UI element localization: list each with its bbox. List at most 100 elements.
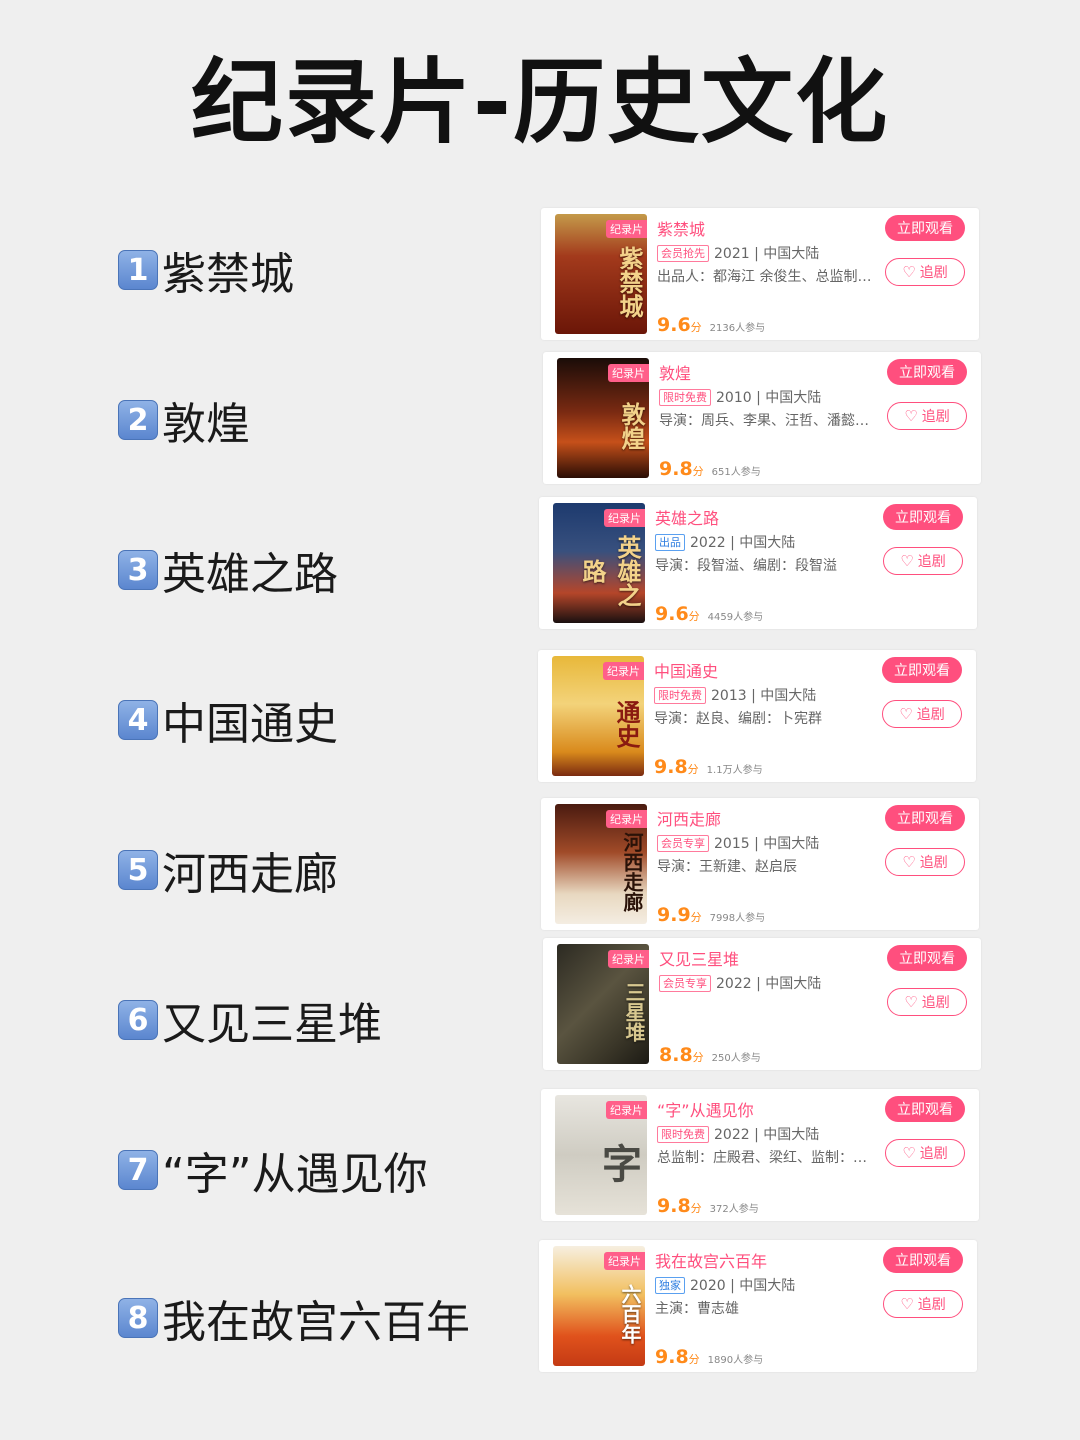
number-badge: 5	[118, 850, 158, 890]
poster-image[interactable]: 纪录片 河西走廊	[555, 804, 647, 924]
score-value: 9.8	[654, 756, 688, 778]
show-name-link[interactable]: 紫禁城	[657, 216, 705, 240]
credits: 主演：曹志雄	[655, 1301, 739, 1317]
watch-now-button[interactable]: 立即观看	[883, 1247, 963, 1273]
follow-button[interactable]: ♡ 追剧	[887, 402, 967, 430]
follow-button[interactable]: ♡ 追剧	[882, 700, 962, 728]
watch-now-button[interactable]: 立即观看	[885, 805, 965, 831]
credits: 导演：段智溢、编剧：段智溢	[655, 558, 837, 574]
documentary-title: 又见三星堆	[162, 999, 382, 1050]
meta-line: 会员专享 2015 | 中国大陆	[657, 833, 819, 853]
poster-image[interactable]: 纪录片 紫禁城	[555, 214, 647, 334]
list-item-label: 7 “字”从遇见你	[118, 1140, 428, 1200]
show-name-link[interactable]: 中国通史	[654, 658, 718, 682]
credits: 导演：王新建、赵启辰	[657, 859, 797, 875]
documentary-card[interactable]: 纪录片 通史 中国通史 限时免费 2013 | 中国大陆 导演：赵良、编剧：卜宪…	[538, 650, 976, 782]
poster-image[interactable]: 纪录片 字	[555, 1095, 647, 1215]
number-badge: 3	[118, 550, 158, 590]
category-tag: 纪录片	[606, 810, 647, 828]
poster-image[interactable]: 纪录片 三星堆	[557, 944, 649, 1064]
number-badge: 4	[118, 700, 158, 740]
status-badge: 会员专享	[659, 974, 711, 992]
poster-title: 英雄之路	[578, 535, 641, 607]
category-tag: 纪录片	[604, 1252, 645, 1270]
year-region: 2020 | 中国大陆	[690, 1278, 796, 1294]
poster-title: 河西走廊	[620, 832, 644, 912]
poster-title: 字	[595, 1143, 641, 1183]
heart-icon: ♡	[899, 705, 913, 723]
watch-now-button[interactable]: 立即观看	[887, 359, 967, 385]
status-badge: 独家	[655, 1276, 685, 1294]
watch-now-button[interactable]: 立即观看	[887, 945, 967, 971]
heart-icon: ♡	[904, 407, 918, 425]
category-tag: 纪录片	[606, 220, 647, 238]
show-name-link[interactable]: 敦煌	[659, 360, 691, 384]
documentary-title: 河西走廊	[162, 849, 338, 900]
score-unit: 分	[690, 911, 702, 924]
show-name-link[interactable]: “字”从遇见你	[657, 1097, 754, 1121]
poster-title: 紫禁城	[615, 246, 643, 318]
status-badge: 会员抢先	[657, 244, 709, 262]
poster-image[interactable]: 纪录片 通史	[552, 656, 644, 776]
score-unit: 分	[690, 321, 702, 334]
follow-label: 追剧	[921, 995, 950, 1011]
follow-button[interactable]: ♡ 追剧	[883, 1290, 963, 1318]
number-badge: 2	[118, 400, 158, 440]
documentary-card[interactable]: 纪录片 河西走廊 河西走廊 会员专享 2015 | 中国大陆 导演：王新建、赵启…	[541, 798, 979, 930]
rating: 9.6 分 2136人参与	[657, 314, 765, 336]
documentary-card[interactable]: 纪录片 紫禁城 紫禁城 会员抢先 2021 | 中国大陆 出品人：都海江 余俊生…	[541, 208, 979, 340]
show-name-link[interactable]: 河西走廊	[657, 806, 721, 830]
number-badge: 7	[118, 1150, 158, 1190]
follow-label: 追剧	[919, 1146, 948, 1162]
year-region: 2013 | 中国大陆	[711, 688, 817, 704]
score-unit: 分	[688, 610, 700, 623]
status-badge: 限时免费	[657, 1125, 709, 1143]
year-region: 2022 | 中国大陆	[714, 1127, 820, 1143]
follow-button[interactable]: ♡ 追剧	[887, 988, 967, 1016]
follow-button[interactable]: ♡ 追剧	[883, 547, 963, 575]
meta-line: 出品 2022 | 中国大陆	[655, 532, 795, 552]
poster-image[interactable]: 纪录片 六百年	[553, 1246, 645, 1366]
heart-icon: ♡	[902, 853, 916, 871]
watch-now-button[interactable]: 立即观看	[883, 504, 963, 530]
show-name-link[interactable]: 又见三星堆	[659, 946, 739, 970]
status-badge: 限时免费	[659, 388, 711, 406]
documentary-card[interactable]: 纪录片 三星堆 又见三星堆 会员专享 2022 | 中国大陆 8.8 分 250…	[543, 938, 981, 1070]
watch-now-button[interactable]: 立即观看	[885, 215, 965, 241]
meta-line: 限时免费 2013 | 中国大陆	[654, 685, 816, 705]
documentary-card[interactable]: 纪录片 字 “字”从遇见你 限时免费 2022 | 中国大陆 总监制：庄殿君、梁…	[541, 1089, 979, 1221]
follow-button[interactable]: ♡ 追剧	[885, 848, 965, 876]
list-item-label: 3 英雄之路	[118, 540, 338, 600]
documentary-card[interactable]: 纪录片 敦煌 敦煌 限时免费 2010 | 中国大陆 导演：周兵、李果、汪哲、潘…	[543, 352, 981, 484]
score-unit: 分	[687, 763, 699, 776]
follow-label: 追剧	[921, 409, 950, 425]
page-title: 纪录片-历史文化	[190, 49, 890, 156]
year-region: 2010 | 中国大陆	[716, 390, 822, 406]
follow-button[interactable]: ♡ 追剧	[885, 258, 965, 286]
documentary-card[interactable]: 纪录片 六百年 我在故宫六百年 独家 2020 | 中国大陆 主演：曹志雄 9.…	[539, 1240, 977, 1372]
rating: 9.8 分 372人参与	[657, 1195, 759, 1217]
documentary-title: 英雄之路	[162, 549, 338, 600]
number-badge: 1	[118, 250, 158, 290]
score-value: 9.6	[657, 314, 691, 336]
rating: 8.8 分 250人参与	[659, 1044, 761, 1066]
watch-now-button[interactable]: 立即观看	[882, 657, 962, 683]
participant-count: 2136人参与	[709, 323, 766, 334]
poster-image[interactable]: 纪录片 英雄之路	[553, 503, 645, 623]
participant-count: 1.1万人参与	[706, 765, 763, 776]
status-badge: 限时免费	[654, 686, 706, 704]
poster-image[interactable]: 纪录片 敦煌	[557, 358, 649, 478]
meta-line: 会员抢先 2021 | 中国大陆	[657, 243, 819, 263]
score-unit: 分	[692, 1051, 704, 1064]
heart-icon: ♡	[900, 1295, 914, 1313]
heart-icon: ♡	[900, 552, 914, 570]
documentary-card[interactable]: 纪录片 英雄之路 英雄之路 出品 2022 | 中国大陆 导演：段智溢、编剧：段…	[539, 497, 977, 629]
follow-label: 追剧	[917, 1297, 946, 1313]
show-name-link[interactable]: 我在故宫六百年	[655, 1248, 767, 1272]
heart-icon: ♡	[902, 1144, 916, 1162]
show-name-link[interactable]: 英雄之路	[655, 505, 719, 529]
watch-now-button[interactable]: 立即观看	[885, 1096, 965, 1122]
poster-title: 三星堆	[622, 982, 646, 1042]
score-value: 9.9	[657, 904, 691, 926]
follow-button[interactable]: ♡ 追剧	[885, 1139, 965, 1167]
